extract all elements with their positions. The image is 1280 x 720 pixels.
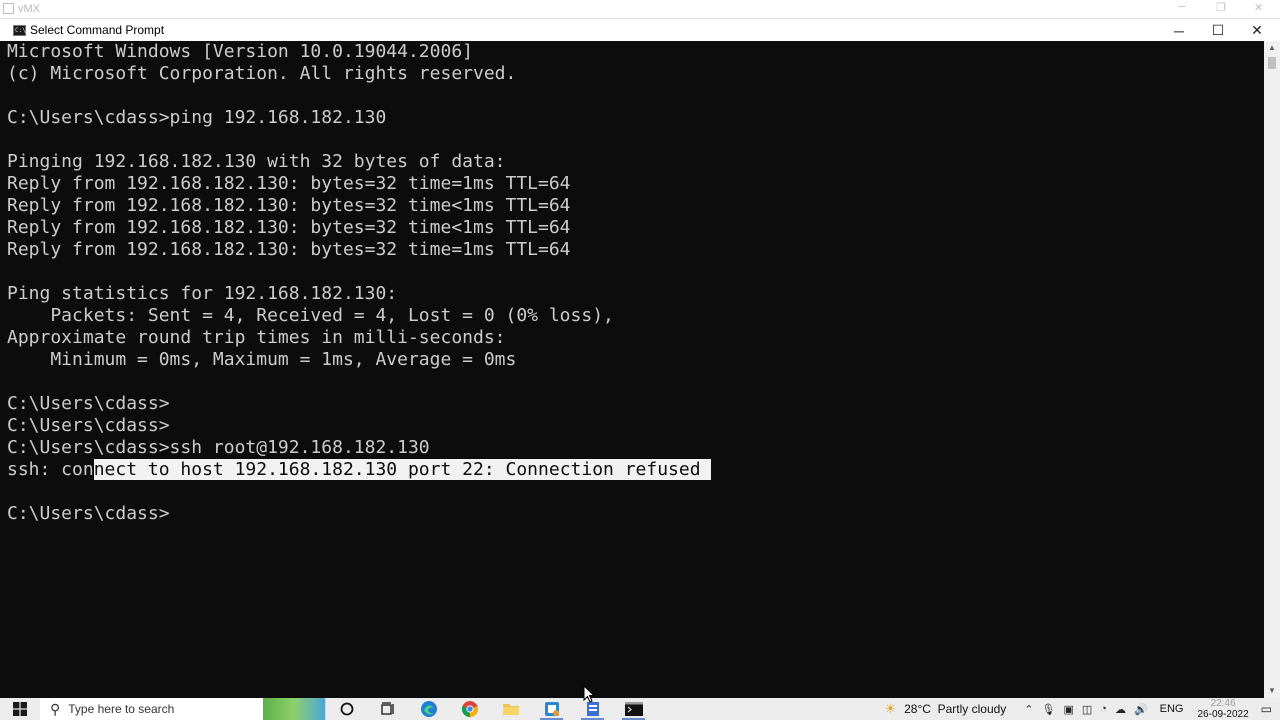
taskbar-search-box[interactable]: ⚲ Type here to search xyxy=(40,698,326,720)
console-line: (c) Microsoft Corporation. All rights re… xyxy=(7,63,517,84)
console-line: Pinging 192.168.182.130 with 32 bytes of… xyxy=(7,151,506,172)
console-text[interactable]: Microsoft Windows [Version 10.0.19044.20… xyxy=(7,41,712,525)
taskbar-edge[interactable] xyxy=(408,698,449,720)
edge-icon xyxy=(420,701,437,717)
language-indicator[interactable]: ENG xyxy=(1160,703,1184,715)
background-restore-icon[interactable]: ❐ xyxy=(1216,1,1226,14)
console-line: C:\Users\cdass>ping 192.168.182.130 xyxy=(7,107,387,128)
task-view-button[interactable] xyxy=(367,698,408,720)
command-prompt-window: C:\ Select Command Prompt ─ ☐ ✕ Microsof… xyxy=(0,18,1280,698)
window-titlebar[interactable]: C:\ Select Command Prompt ─ ☐ ✕ xyxy=(0,18,1280,41)
vertical-scrollbar[interactable]: ▲ ▼ xyxy=(1264,41,1280,698)
console-line: Reply from 192.168.182.130: bytes=32 tim… xyxy=(7,239,571,260)
chrome-icon xyxy=(461,701,478,718)
console-prompt-line[interactable]: C:\Users\cdass> xyxy=(7,503,711,525)
error-text-selection[interactable]: nect to host 192.168.182.130 port 22: Co… xyxy=(93,459,712,480)
wifi-icon[interactable]: ◔ xyxy=(1100,703,1107,715)
scroll-down-icon[interactable]: ▼ xyxy=(1264,684,1280,698)
weather-description[interactable]: Partly cloudy xyxy=(938,702,1007,716)
console-line: Reply from 192.168.182.130: bytes=32 tim… xyxy=(7,217,571,238)
weather-sun-icon[interactable]: ☀ xyxy=(884,701,896,717)
cortana-button[interactable] xyxy=(326,698,367,720)
console-line: Reply from 192.168.182.130: bytes=32 tim… xyxy=(7,173,571,194)
system-tray: ☀ 28°C Partly cloudy ⌃ 🎙 ▣ ◫ ◔ ☁ 🔊 ENG 2… xyxy=(884,698,1280,720)
console-line: Microsoft Windows [Version 10.0.19044.20… xyxy=(7,41,473,62)
mouse-cursor-icon xyxy=(583,685,595,703)
console-line: C:\Users\cdass>ssh root@192.168.182.130 xyxy=(7,437,430,458)
minimize-button[interactable]: ─ xyxy=(1159,19,1199,42)
console-line: Minimum = 0ms, Maximum = 1ms, Average = … xyxy=(7,349,517,370)
search-icon: ⚲ xyxy=(50,700,61,717)
background-minimize-icon[interactable]: ─ xyxy=(1178,1,1186,13)
weather-temperature[interactable]: 28°C xyxy=(904,702,931,716)
search-placeholder: Type here to search xyxy=(68,702,175,716)
tray-app-icon[interactable]: ▣ xyxy=(1063,703,1073,716)
start-button[interactable] xyxy=(0,698,40,720)
task-view-icon xyxy=(380,702,394,715)
search-highlight-image xyxy=(263,698,325,720)
console-output[interactable]: Microsoft Windows [Version 10.0.19044.20… xyxy=(0,41,1264,698)
console-line: Packets: Sent = 4, Received = 4, Lost = … xyxy=(7,305,614,326)
scroll-up-icon[interactable]: ▲ xyxy=(1264,41,1280,55)
command-prompt-icon xyxy=(624,702,643,716)
console-line: Reply from 192.168.182.130: bytes=32 tim… xyxy=(7,195,571,216)
taskbar-chrome[interactable] xyxy=(449,698,490,720)
volume-icon[interactable]: 🔊 xyxy=(1134,703,1148,716)
console-line: Approximate round trip times in milli-se… xyxy=(7,327,506,348)
folder-icon xyxy=(502,704,519,715)
scroll-thumb[interactable] xyxy=(1268,57,1276,69)
maximize-button[interactable]: ☐ xyxy=(1198,19,1238,42)
snipping-tool-icon xyxy=(544,702,559,716)
background-window-title: vMX xyxy=(18,3,40,15)
background-window-titlebar: vMX ─ ❐ ✕ xyxy=(0,0,1280,18)
cloud-icon[interactable]: ☁ xyxy=(1115,703,1126,716)
taskbar-file-explorer[interactable] xyxy=(490,698,531,720)
taskbar-snipping-tool[interactable] xyxy=(531,698,572,720)
cmd-app-icon[interactable]: C:\ xyxy=(13,25,26,36)
console-line: C:\Users\cdass> xyxy=(7,393,170,414)
notification-icon[interactable]: ▭ xyxy=(1261,702,1272,716)
background-close-icon[interactable]: ✕ xyxy=(1254,1,1263,14)
clock-time: 22:46 xyxy=(1210,698,1236,709)
taskbar: ⚲ Type here to search ☀ 28°C Partly clou… xyxy=(0,698,1280,720)
clock-date: 26-09-2022 xyxy=(1197,709,1249,720)
console-line: Ping statistics for 192.168.182.130: xyxy=(7,283,398,304)
ssh-error-line[interactable]: ssh: connect to host 192.168.182.130 por… xyxy=(7,459,712,481)
network-icon[interactable]: ◫ xyxy=(1082,703,1092,716)
vmx-app-icon xyxy=(3,3,14,14)
taskbar-command-prompt[interactable] xyxy=(613,698,654,720)
microphone-icon[interactable]: 🎙 xyxy=(1042,703,1056,716)
console-line: C:\Users\cdass> xyxy=(7,415,170,436)
clock[interactable]: 22:46 26-09-2022 xyxy=(1198,698,1249,720)
error-text-unselected: ssh: con xyxy=(7,459,94,480)
close-button[interactable]: ✕ xyxy=(1237,19,1277,42)
window-title: Select Command Prompt xyxy=(30,23,165,37)
windows-logo-icon xyxy=(13,702,27,716)
chevron-up-icon[interactable]: ⌃ xyxy=(1024,703,1033,716)
cortana-icon xyxy=(340,702,353,716)
